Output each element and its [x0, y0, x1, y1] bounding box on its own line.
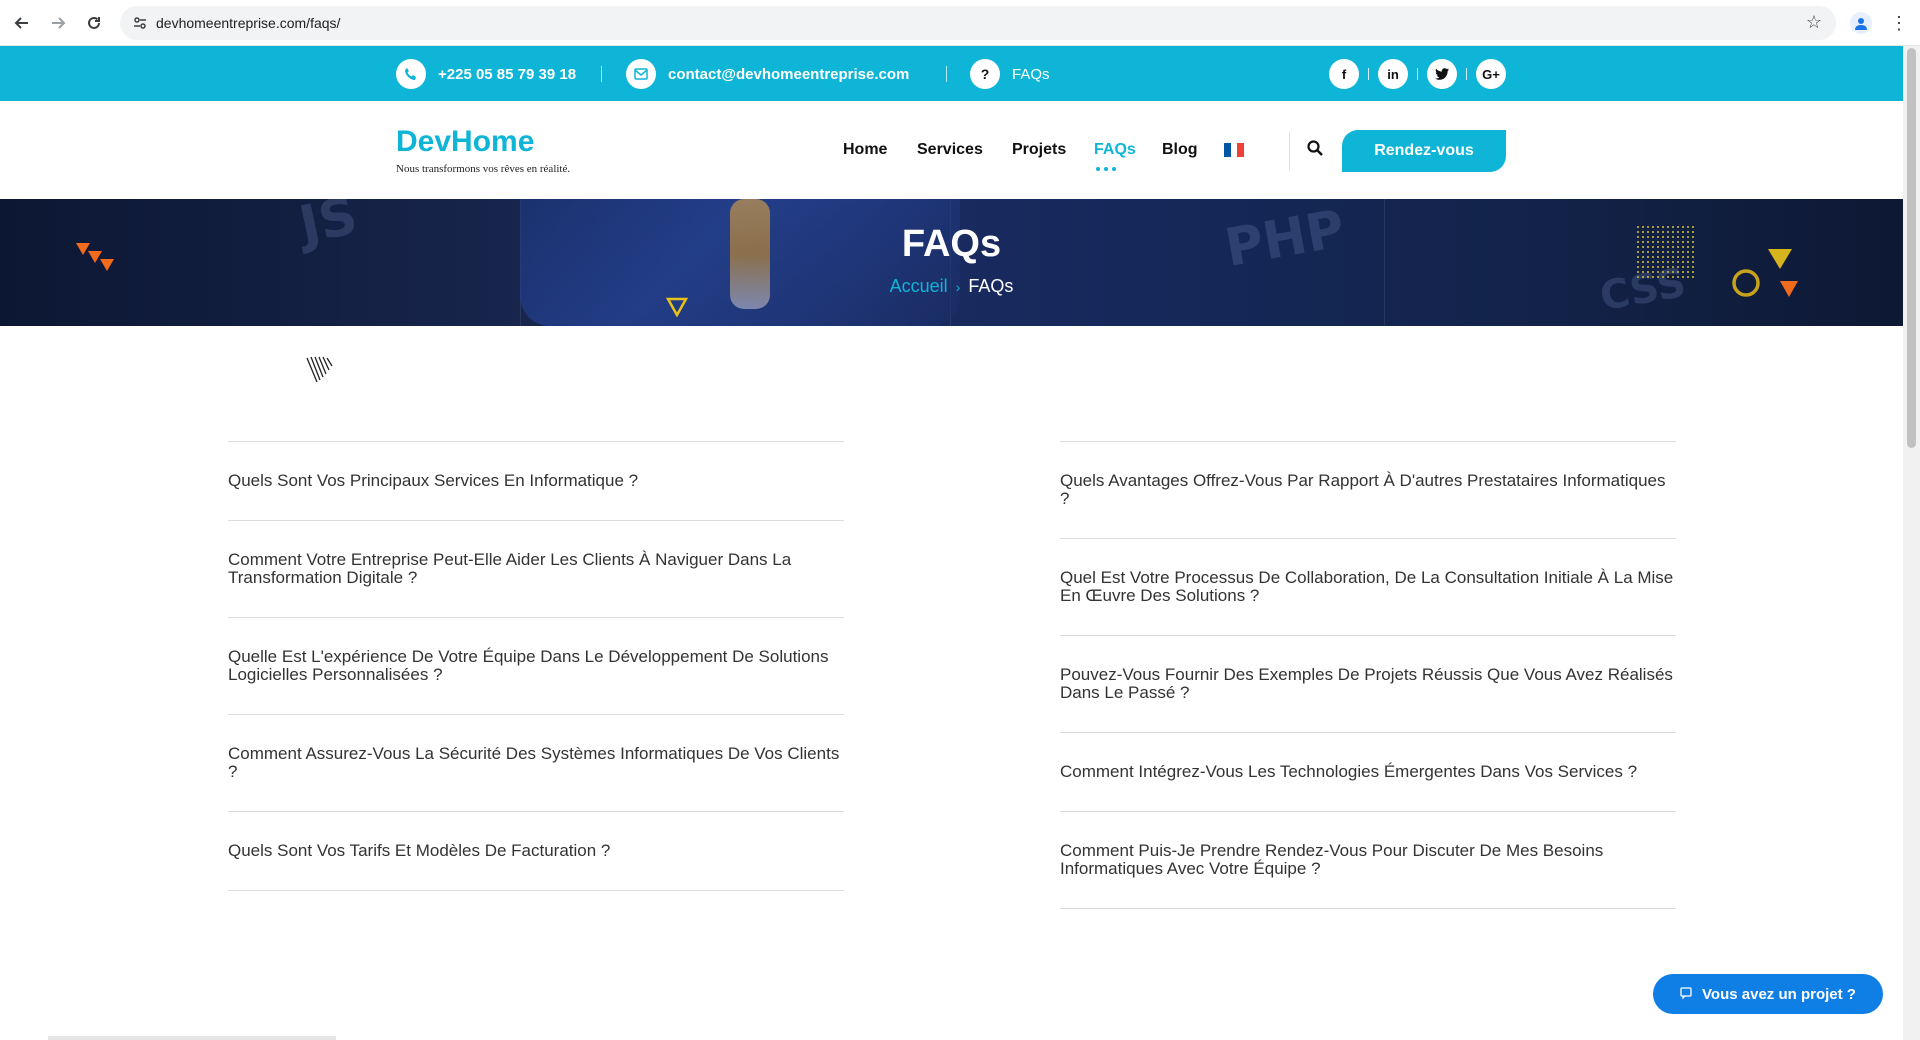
project-chat-button[interactable]: Vous avez un projet ?: [1653, 974, 1883, 1014]
search-icon[interactable]: [1306, 139, 1326, 161]
active-indicator: [1096, 167, 1116, 171]
page-title: FAQs: [901, 223, 1002, 265]
divider: [1417, 68, 1418, 80]
question-icon: ?: [970, 59, 1000, 89]
horizontal-scroll-indicator: [48, 1036, 336, 1040]
linkedin-icon[interactable]: in: [1378, 59, 1408, 89]
faq-item[interactable]: Comment Puis-Je Prendre Rendez-Vous Pour…: [1060, 811, 1676, 908]
twitter-icon[interactable]: [1427, 59, 1457, 89]
profile-icon[interactable]: [1850, 12, 1872, 34]
faq-question[interactable]: Pouvez-Vous Fournir Des Exemples De Proj…: [1060, 636, 1676, 702]
nav-faqs[interactable]: FAQs: [1094, 141, 1136, 163]
breadcrumb-separator: ›: [955, 279, 961, 295]
site-tagline: Nous transformons vos rêves en réalité.: [396, 163, 571, 175]
breadcrumb: Accueil › FAQs: [0, 276, 1903, 297]
faq-item[interactable]: Comment Assurez-Vous La Sécurité Des Sys…: [228, 714, 844, 811]
phone-number[interactable]: +225 05 85 79 39 18: [438, 66, 576, 83]
back-icon[interactable]: [10, 11, 34, 35]
faq-item[interactable]: Comment Votre Entreprise Peut-Elle Aider…: [228, 520, 844, 617]
faq-divider: [228, 890, 844, 891]
faq-link-label[interactable]: FAQs: [1012, 66, 1050, 83]
divider: [1289, 131, 1290, 171]
divider: [946, 66, 947, 82]
faq-item[interactable]: Quelle Est L'expérience De Votre Équipe …: [228, 617, 844, 714]
google-plus-icon[interactable]: G+: [1476, 59, 1506, 89]
address-bar[interactable]: devhomeentreprise.com/faqs/ ☆: [120, 6, 1836, 40]
divider: [601, 66, 602, 82]
nav-services[interactable]: Services: [917, 141, 983, 163]
faq-question[interactable]: Quel Est Votre Processus De Collaboratio…: [1060, 539, 1676, 605]
faq-link[interactable]: ? FAQs: [970, 59, 1050, 89]
french-flag-icon[interactable]: [1224, 143, 1245, 157]
mail-icon: [626, 59, 656, 89]
page-scrollbar[interactable]: [1903, 46, 1920, 1040]
reload-icon[interactable]: [82, 11, 106, 35]
browser-toolbar: devhomeentreprise.com/faqs/ ☆ ⋮: [0, 0, 1920, 46]
decorative-lines-icon: [306, 356, 333, 383]
faq-item[interactable]: Quels Avantages Offrez-Vous Par Rapport …: [1060, 441, 1676, 538]
faq-question[interactable]: Quels Avantages Offrez-Vous Par Rapport …: [1060, 442, 1676, 508]
nav-projets[interactable]: Projets: [1012, 141, 1066, 163]
kebab-menu-icon[interactable]: ⋮: [1890, 12, 1908, 34]
project-chat-label[interactable]: Vous avez un projet ?: [1702, 986, 1856, 1003]
faq-item[interactable]: Quels Sont Vos Principaux Services En In…: [228, 441, 844, 520]
page-banner: JS PHP CSS FAQs Accueil › FAQs: [0, 199, 1903, 326]
divider: [1368, 68, 1369, 80]
forward-icon[interactable]: [46, 11, 70, 35]
phone-contact[interactable]: +225 05 85 79 39 18: [396, 59, 576, 89]
site-header: DevHome Nous transformons vos rêves en r…: [0, 101, 1903, 199]
scrollbar-thumb[interactable]: [1907, 48, 1916, 448]
faq-item[interactable]: Comment Intégrez-Vous Les Technologies É…: [1060, 732, 1676, 811]
faq-item[interactable]: Quel Est Votre Processus De Collaboratio…: [1060, 538, 1676, 635]
faq-item[interactable]: Pouvez-Vous Fournir Des Exemples De Proj…: [1060, 635, 1676, 732]
url-text[interactable]: devhomeentreprise.com/faqs/: [156, 15, 340, 31]
faq-question[interactable]: Comment Votre Entreprise Peut-Elle Aider…: [228, 521, 844, 587]
faq-question[interactable]: Comment Intégrez-Vous Les Technologies É…: [1060, 733, 1676, 781]
site-logo[interactable]: DevHome: [396, 125, 534, 159]
faq-item[interactable]: Quels Sont Vos Tarifs Et Modèles De Fact…: [228, 811, 844, 890]
divider: [1466, 68, 1467, 80]
chat-icon: [1680, 986, 1692, 1002]
faq-divider: [1060, 908, 1676, 909]
site-info-icon[interactable]: [132, 15, 148, 31]
phone-icon: [396, 59, 426, 89]
faq-question[interactable]: Comment Puis-Je Prendre Rendez-Vous Pour…: [1060, 812, 1676, 878]
breadcrumb-current: FAQs: [968, 276, 1014, 296]
facebook-icon[interactable]: f: [1329, 59, 1359, 89]
star-icon[interactable]: ☆: [1806, 12, 1822, 33]
faq-question[interactable]: Quels Sont Vos Tarifs Et Modèles De Fact…: [228, 812, 844, 860]
email-address[interactable]: contact@devhomeentreprise.com: [668, 66, 909, 83]
nav-home[interactable]: Home: [843, 141, 887, 163]
yellow-triangle-icon: [666, 297, 688, 317]
nav-blog[interactable]: Blog: [1162, 141, 1198, 163]
contact-topbar: +225 05 85 79 39 18 contact@devhomeentre…: [0, 46, 1903, 101]
breadcrumb-home[interactable]: Accueil: [890, 276, 948, 296]
rendez-vous-button[interactable]: Rendez-vous: [1342, 130, 1506, 172]
faq-question[interactable]: Quels Sont Vos Principaux Services En In…: [228, 442, 844, 490]
faq-question[interactable]: Comment Assurez-Vous La Sécurité Des Sys…: [228, 715, 844, 781]
email-contact[interactable]: contact@devhomeentreprise.com: [626, 59, 909, 89]
faq-question[interactable]: Quelle Est L'expérience De Votre Équipe …: [228, 618, 844, 684]
